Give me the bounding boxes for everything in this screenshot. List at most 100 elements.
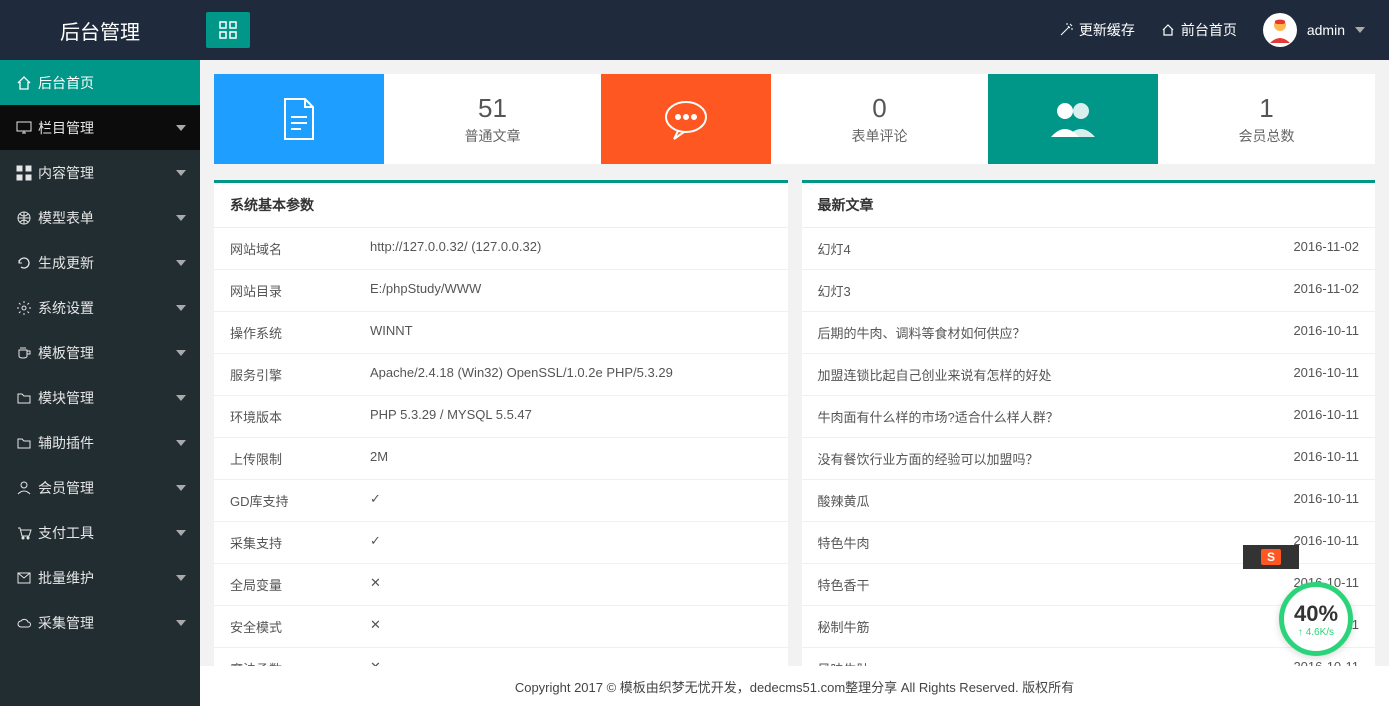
- article-title: 幻灯3: [818, 281, 851, 300]
- mail-icon: [16, 570, 38, 586]
- home-icon: [16, 75, 38, 91]
- ime-indicator[interactable]: S: [1243, 545, 1299, 569]
- cloud-icon: [16, 615, 38, 631]
- nav-label: 采集管理: [38, 613, 94, 633]
- nav-label: 批量维护: [38, 568, 94, 588]
- nav-label: 辅助插件: [38, 433, 94, 453]
- grid-icon: [219, 21, 237, 39]
- article-row[interactable]: 加盟连锁比起自己创业来说有怎样的好处2016-10-11: [802, 354, 1376, 396]
- param-row: 服务引擎Apache/2.4.18 (Win32) OpenSSL/1.0.2e…: [214, 354, 788, 396]
- param-key: 全局变量: [214, 564, 354, 605]
- param-value: WINNT: [354, 312, 429, 353]
- article-title: 特色牛肉: [818, 533, 870, 552]
- article-row[interactable]: 后期的牛肉、调料等食材如何供应？2016-10-11: [802, 312, 1376, 354]
- speed-rate: ↑ 4.6K/s: [1298, 627, 1334, 638]
- nav-item-1[interactable]: 栏目管理: [0, 105, 200, 150]
- nav-item-11[interactable]: 批量维护: [0, 555, 200, 600]
- ime-badge: S: [1261, 549, 1281, 565]
- users-icon: [988, 74, 1158, 164]
- chat-icon: [601, 74, 771, 164]
- nav-item-6[interactable]: 模板管理: [0, 330, 200, 375]
- nav-item-2[interactable]: 内容管理: [0, 150, 200, 195]
- article-row[interactable]: 幻灯3 2016-11-02: [802, 270, 1376, 312]
- article-row[interactable]: 幻灯42016-11-02: [802, 228, 1376, 270]
- front-home-label: 前台首页: [1181, 20, 1237, 40]
- param-key: 魔法函数: [214, 648, 354, 666]
- stat-label: 普通文章: [465, 126, 521, 146]
- stat-card-2[interactable]: 1会员总数: [988, 74, 1375, 164]
- article-date: 2016-11-02: [1293, 281, 1359, 300]
- article-title: 牛肉面有什么样的市场?适合什么样人群？: [818, 407, 1059, 426]
- article-title: 加盟连锁比起自己创业来说有怎样的好处: [818, 365, 1052, 384]
- article-date: 2016-10-11: [1293, 449, 1359, 468]
- wand-icon: [1059, 23, 1073, 37]
- home-icon: [1161, 23, 1175, 37]
- topbar-right: 更新缓存 前台首页 admin: [1059, 13, 1389, 47]
- chevron-down-icon: [176, 530, 186, 536]
- footer: Copyright 2017 © 模板由织梦无忧开发，dedecms51.com…: [200, 666, 1389, 706]
- sidebar: 后台首页栏目管理内容管理模型表单生成更新系统设置模板管理模块管理辅助插件会员管理…: [0, 60, 200, 706]
- article-row[interactable]: 酸辣黄瓜2016-10-11: [802, 480, 1376, 522]
- user-menu[interactable]: admin: [1263, 13, 1365, 47]
- nav-label: 模块管理: [38, 388, 94, 408]
- main-content: 51普通文章0表单评论1会员总数 系统基本参数 网站域名http://127.0…: [200, 60, 1389, 666]
- stat-card-1[interactable]: 0表单评论: [601, 74, 988, 164]
- nav-item-9[interactable]: 会员管理: [0, 465, 200, 510]
- stats-row: 51普通文章0表单评论1会员总数: [214, 74, 1375, 164]
- param-row: 魔法函数✕: [214, 648, 788, 666]
- chevron-down-icon: [176, 305, 186, 311]
- param-value: ✕: [354, 606, 397, 647]
- param-row: GD库支持✓: [214, 480, 788, 522]
- folder-icon: [16, 435, 38, 451]
- stat-card-0[interactable]: 51普通文章: [214, 74, 601, 164]
- monitor-icon: [16, 120, 38, 136]
- article-row[interactable]: 没有餐饮行业方面的经验可以加盟吗？2016-10-11: [802, 438, 1376, 480]
- param-value: ✕: [354, 648, 397, 666]
- grid-icon: [16, 165, 38, 181]
- param-row: 安全模式✕: [214, 606, 788, 648]
- param-value: 2M: [354, 438, 404, 479]
- article-row[interactable]: 牛肉面有什么样的市场?适合什么样人群？2016-10-11: [802, 396, 1376, 438]
- nav-item-10[interactable]: 支付工具: [0, 510, 200, 555]
- nav-item-5[interactable]: 系统设置: [0, 285, 200, 330]
- stat-number: 0: [872, 93, 886, 124]
- article-title: 酸辣黄瓜: [818, 491, 870, 510]
- panels: 系统基本参数 网站域名http://127.0.0.32/ (127.0.0.3…: [214, 180, 1375, 666]
- nav-label: 系统设置: [38, 298, 94, 318]
- param-key: 安全模式: [214, 606, 354, 647]
- nav-item-12[interactable]: 采集管理: [0, 600, 200, 645]
- speed-percent: 40%: [1294, 601, 1338, 627]
- nav-item-3[interactable]: 模型表单: [0, 195, 200, 240]
- chevron-down-icon: [176, 620, 186, 626]
- chevron-down-icon: [176, 125, 186, 131]
- nav-label: 模板管理: [38, 343, 94, 363]
- stat-number: 1: [1259, 93, 1273, 124]
- system-params-panel: 系统基本参数 网站域名http://127.0.0.32/ (127.0.0.3…: [214, 180, 788, 666]
- param-value: ✓: [354, 480, 397, 521]
- nav-label: 内容管理: [38, 163, 94, 183]
- nav-item-8[interactable]: 辅助插件: [0, 420, 200, 465]
- article-row[interactable]: 风味牛肚2016-10-11: [802, 648, 1376, 666]
- param-value: PHP 5.3.29 / MYSQL 5.5.47: [354, 396, 548, 437]
- param-key: 环境版本: [214, 396, 354, 437]
- chevron-down-icon: [176, 485, 186, 491]
- front-home-link[interactable]: 前台首页: [1161, 20, 1237, 40]
- nav-label: 后台首页: [38, 73, 94, 93]
- speed-widget[interactable]: 40% ↑ 4.6K/s: [1279, 582, 1353, 656]
- nav-item-0[interactable]: 后台首页: [0, 60, 200, 105]
- chevron-down-icon: [176, 215, 186, 221]
- topbar: 后台管理 更新缓存 前台首页 admin: [0, 0, 1389, 60]
- param-row: 网站目录E:/phpStudy/WWW: [214, 270, 788, 312]
- chevron-down-icon: [176, 395, 186, 401]
- nav-item-4[interactable]: 生成更新: [0, 240, 200, 285]
- avatar: [1263, 13, 1297, 47]
- param-value: ✕: [354, 564, 397, 605]
- grid-toggle-button[interactable]: [206, 12, 250, 48]
- article-date: 2016-10-11: [1293, 323, 1359, 342]
- article-title: 风味牛肚: [818, 659, 870, 666]
- nav-item-7[interactable]: 模块管理: [0, 375, 200, 420]
- update-cache-link[interactable]: 更新缓存: [1059, 20, 1135, 40]
- param-key: 采集支持: [214, 522, 354, 563]
- nav-label: 模型表单: [38, 208, 94, 228]
- panel-header: 最新文章: [802, 183, 1376, 228]
